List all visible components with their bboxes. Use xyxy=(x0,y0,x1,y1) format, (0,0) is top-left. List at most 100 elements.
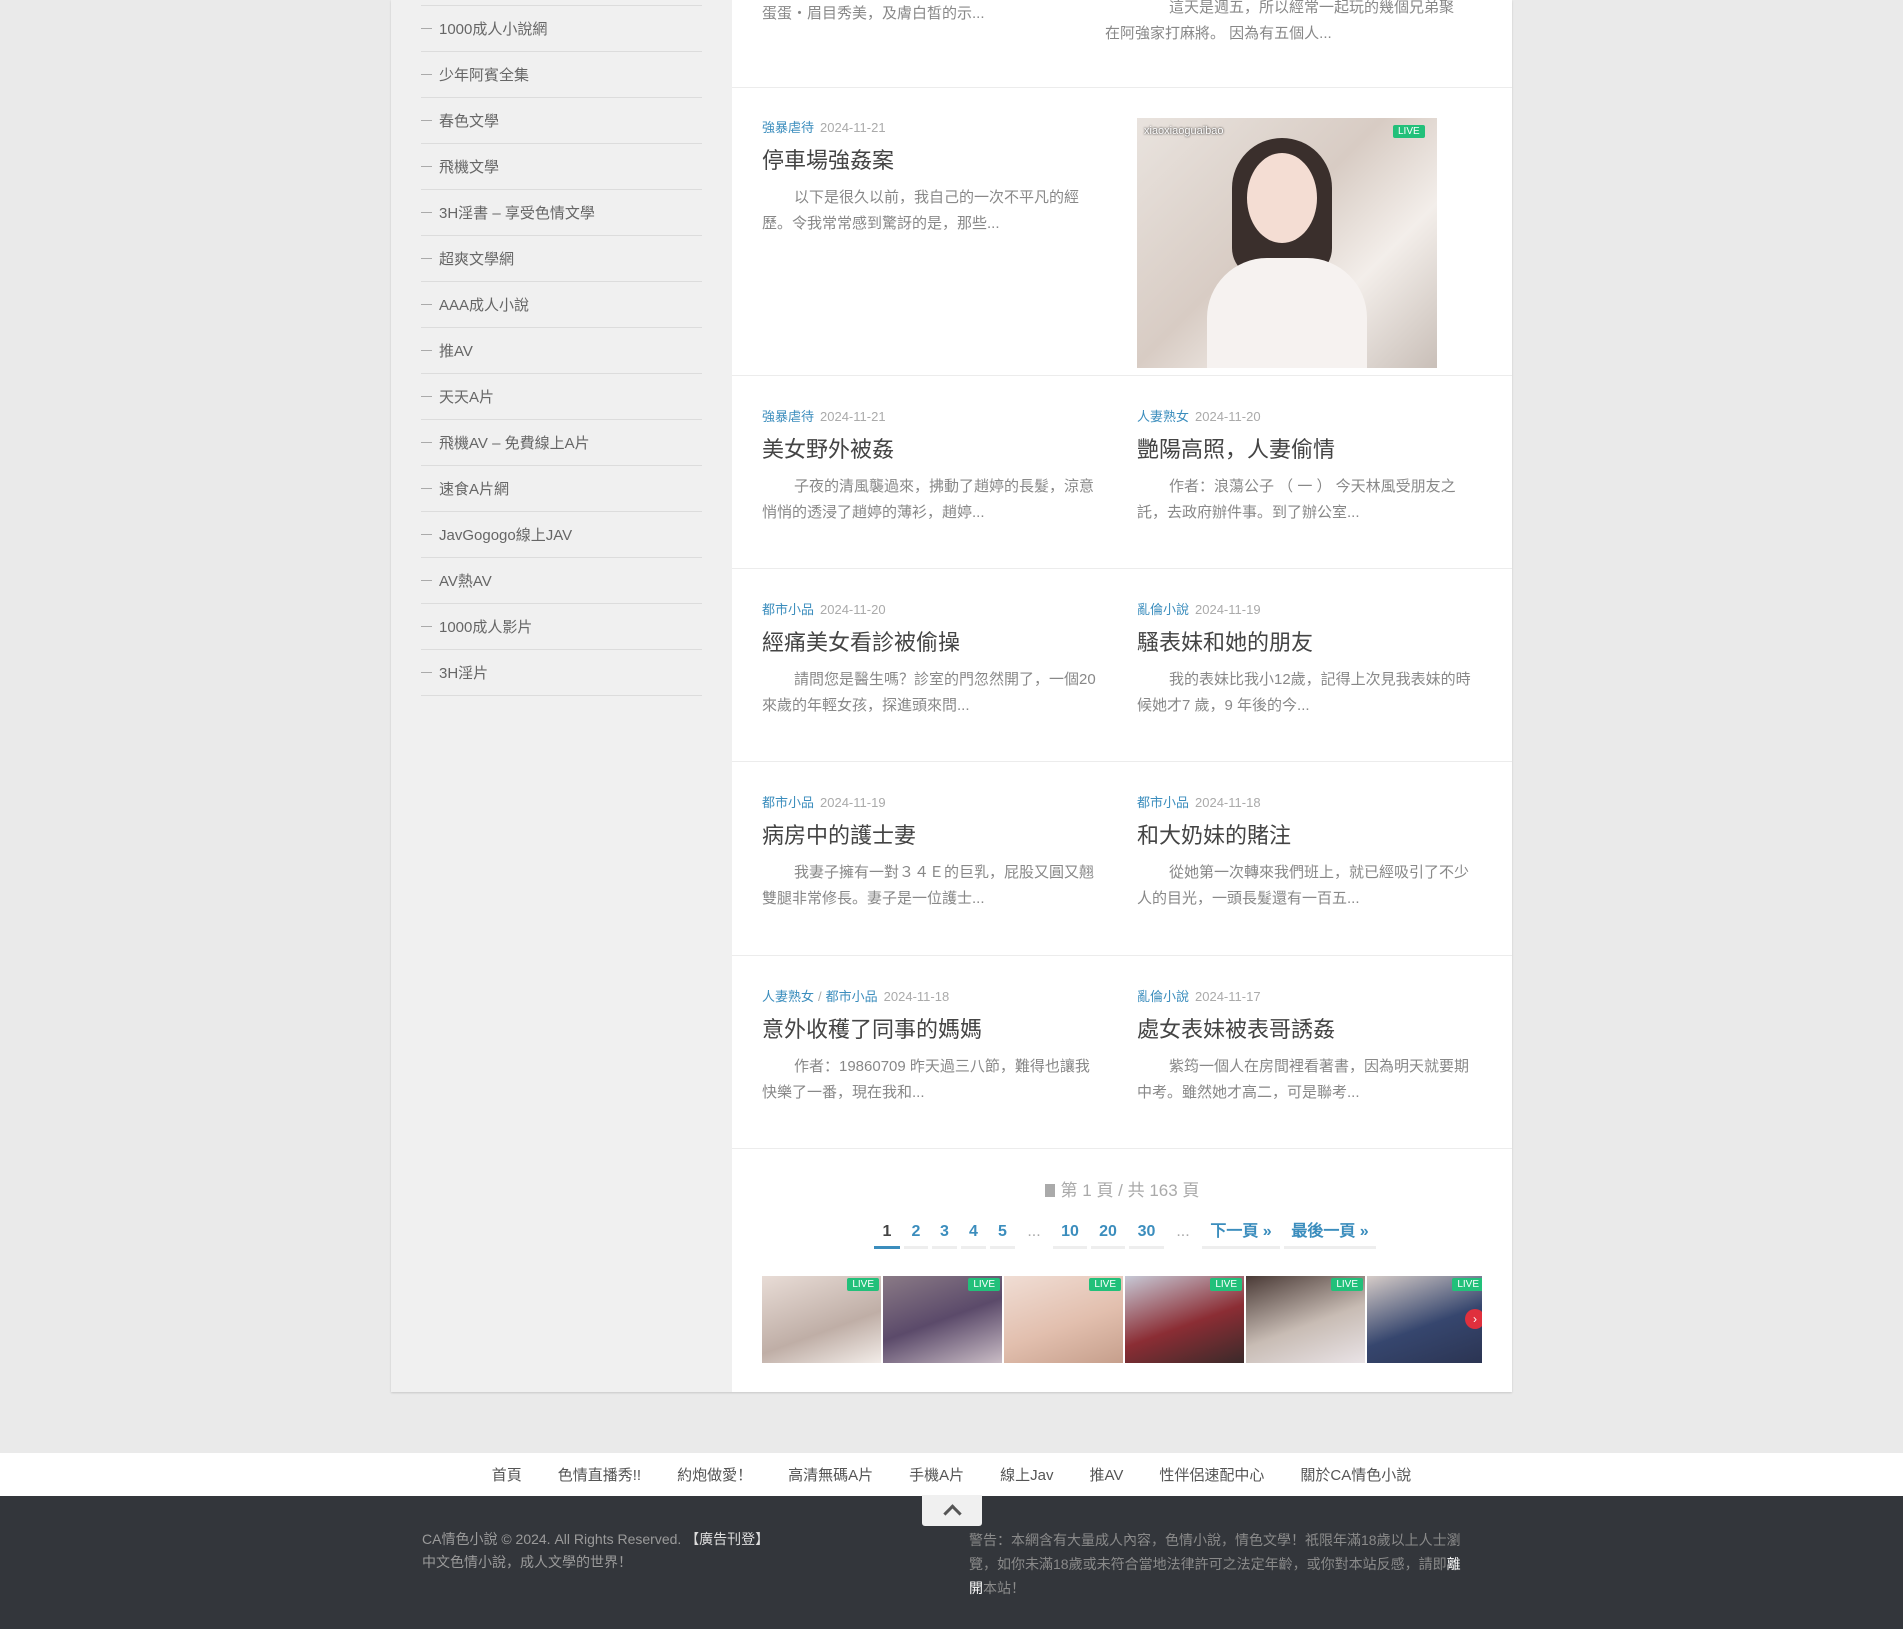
post-title[interactable]: 意外收穫了同事的媽媽 xyxy=(762,1016,1102,1044)
page-current: 1 xyxy=(874,1218,900,1249)
sidebar-link[interactable]: 推AV xyxy=(421,328,702,374)
post-title[interactable]: 和大奶妹的賭注 xyxy=(1137,822,1477,850)
post-title[interactable]: 停車場強姦案 xyxy=(762,147,1102,175)
sidebar-link[interactable]: 春色文學 xyxy=(421,98,702,144)
dash-icon xyxy=(421,120,432,121)
post-card[interactable]: 強暴虐待 2024-11-21 美女野外被姦 子夜的清風襲過來，拂動了趙婷的長髮，… xyxy=(762,408,1102,526)
dash-icon xyxy=(421,258,432,259)
post-excerpt: 我的表妹比我小12歲，記得上次見我表妹的時候她才7 歲，9 年後的今... xyxy=(1137,671,1471,714)
ad-thumbnail: xiaoxiaoguaibao LIVE xyxy=(1137,118,1437,368)
category-link[interactable]: 都市小品 xyxy=(762,602,814,617)
post-date: 2024-11-19 xyxy=(820,795,886,810)
post-excerpt: 我妻子擁有一對３４Ｅ的巨乳，屁股又圓又翹雙腿非常修長。妻子是一位護士... xyxy=(762,864,1095,907)
post-card[interactable]: 人妻熟女 2024-11-20 艷陽高照，人妻偷情 作者：浪蕩公子 （ 一 ） 今… xyxy=(1137,408,1477,526)
sidebar-link[interactable]: AAA成人小說 xyxy=(421,282,702,328)
sidebar-link[interactable]: 飛機AV – 免費線上A片 xyxy=(421,420,702,466)
sidebar-link[interactable]: 少年阿賓全集 xyxy=(421,52,702,98)
post-card[interactable]: 都市小品 2024-11-18 和大奶妹的賭注 從她第一次轉來我們班上，就已經吸引… xyxy=(1137,794,1477,912)
category-link[interactable]: 都市小品 xyxy=(826,989,878,1004)
live-badge: LIVE xyxy=(968,1278,1000,1291)
category-link[interactable]: 都市小品 xyxy=(762,795,814,810)
category-link[interactable]: 都市小品 xyxy=(1137,795,1189,810)
category-link[interactable]: 強暴虐待 xyxy=(762,409,814,424)
dash-icon xyxy=(421,74,432,75)
sidebar-link[interactable]: 超爽文學網 xyxy=(421,236,702,282)
dash-icon xyxy=(421,626,432,627)
cam-thumbnail[interactable]: LIVE xyxy=(1246,1276,1365,1363)
page-link[interactable]: 5 xyxy=(990,1218,1015,1249)
dash-icon xyxy=(421,304,432,305)
footer-nav-link[interactable]: 首頁 xyxy=(492,1464,522,1485)
category-link[interactable]: 亂倫小說 xyxy=(1137,989,1189,1004)
footer-nav-link[interactable]: 約炮做愛！ xyxy=(677,1464,752,1485)
dash-icon xyxy=(421,534,432,535)
sidebar-link[interactable]: 飛機文學 xyxy=(421,144,702,190)
post-row: 都市小品 2024-11-20 經痛美女看診被偷操 請問您是醫生嗎？診室的門忽然開… xyxy=(732,568,1512,762)
post-title[interactable]: 艷陽高照，人妻偷情 xyxy=(1137,436,1477,464)
page-link[interactable]: 10 xyxy=(1053,1218,1087,1249)
ad-placement-link[interactable]: 【廣告刊登】 xyxy=(685,1531,769,1547)
sidebar-link[interactable]: 速食A片網 xyxy=(421,466,702,512)
post-meta: 亂倫小說 2024-11-17 xyxy=(1137,988,1477,1006)
sidebar-link[interactable]: 3H淫書 – 享受色情文學 xyxy=(421,190,702,236)
cam-thumbnail[interactable]: LIVE xyxy=(883,1276,1002,1363)
last-page-link[interactable]: 最後一頁 » xyxy=(1284,1218,1376,1249)
post-card[interactable]: 人妻熟女 / 都市小品 2024-11-18 意外收穫了同事的媽媽 作者：198607… xyxy=(762,988,1102,1106)
post-list: 蛋蛋・眉目秀美，及膚白皙的示... 這天是週五，所以經常一起玩的幾個兄弟聚 在阿… xyxy=(732,0,1512,1392)
page-link[interactable]: 30 xyxy=(1129,1218,1164,1249)
copyright: CA情色小說 © 2024. All Rights Reserved. 【廣告刊… xyxy=(422,1531,770,1570)
sidebar-link[interactable]: 天天A片 xyxy=(421,374,702,420)
dash-icon xyxy=(421,350,432,351)
page-link[interactable]: 4 xyxy=(961,1218,986,1249)
post-date: 2024-11-18 xyxy=(883,989,950,1004)
page-link[interactable]: 2 xyxy=(904,1218,928,1249)
post-excerpt: 以下是很久以前，我自己的一次不平凡的經歷。令我常常感到驚訝的是，那些... xyxy=(762,189,1080,232)
post-card[interactable]: 都市小品 2024-11-19 病房中的護士妻 我妻子擁有一對３４Ｅ的巨乳，屁股又… xyxy=(762,794,1102,912)
page-ellipsis: ... xyxy=(1027,1223,1041,1240)
post-card[interactable]: 強暴虐待 2024-11-21 停車場強姦案 以下是很久以前，我自己的一次不平凡的… xyxy=(762,119,1102,237)
page-link[interactable]: 20 xyxy=(1091,1218,1125,1249)
post-date: 2024-11-21 xyxy=(820,409,886,424)
category-link[interactable]: 人妻熟女 xyxy=(1137,409,1189,424)
post-card[interactable]: 亂倫小說 2024-11-19 騷表妹和她的朋友 我的表妹比我小12歲，記得上次見… xyxy=(1137,601,1477,719)
post-title[interactable]: 美女野外被姦 xyxy=(762,436,1102,464)
category-link[interactable]: 強暴虐待 xyxy=(762,120,814,135)
sidebar-link[interactable]: AV熱AV xyxy=(421,558,702,604)
footer-nav-link[interactable]: 關於CA情色小說 xyxy=(1300,1464,1411,1485)
post-row: 強暴虐待 2024-11-21 停車場強姦案 以下是很久以前，我自己的一次不平凡的… xyxy=(732,87,1512,376)
next-page-link[interactable]: 下一頁 » xyxy=(1202,1218,1280,1249)
sidebar-link-list: 1000成人小說網 少年阿賓全集 春色文學 飛機文學 3H淫書 – 享受色情文學… xyxy=(421,5,702,696)
post-row: 強暴虐待 2024-11-21 美女野外被姦 子夜的清風襲過來，拂動了趙婷的長髮，… xyxy=(732,375,1512,569)
footer-nav-link[interactable]: 推AV xyxy=(1089,1464,1123,1485)
post-card[interactable]: 都市小品 2024-11-20 經痛美女看診被偷操 請問您是醫生嗎？診室的門忽然開… xyxy=(762,601,1102,719)
cam-thumbnail[interactable]: LIVE xyxy=(1004,1276,1123,1363)
page-link[interactable]: 3 xyxy=(932,1218,957,1249)
page-ellipsis: ... xyxy=(1176,1223,1190,1240)
footer-nav-link[interactable]: 色情直播秀!! xyxy=(558,1464,641,1485)
footer-nav-link[interactable]: 線上Jav xyxy=(1000,1464,1053,1485)
post-title[interactable]: 騷表妹和她的朋友 xyxy=(1137,629,1477,657)
footer-nav-link[interactable]: 性伴侶速配中心 xyxy=(1159,1464,1264,1485)
footer-nav-link[interactable]: 高清無碼A片 xyxy=(788,1464,873,1485)
chevron-right-icon[interactable]: › xyxy=(1465,1309,1482,1329)
sidebar-link[interactable]: 1000成人影片 xyxy=(421,604,702,650)
cam-thumbnail[interactable]: LIVE xyxy=(1125,1276,1244,1363)
post-title[interactable]: 病房中的護士妻 xyxy=(762,822,1102,850)
category-link[interactable]: 亂倫小說 xyxy=(1137,602,1189,617)
post-card[interactable]: 亂倫小說 2024-11-17 處女表妹被表哥誘姦 紫筠一個人在房間裡看著書，因為… xyxy=(1137,988,1477,1106)
post-title[interactable]: 處女表妹被表哥誘姦 xyxy=(1137,1016,1477,1044)
live-badge: LIVE xyxy=(847,1278,879,1291)
category-link[interactable]: 人妻熟女 xyxy=(762,989,814,1004)
dash-icon xyxy=(421,580,432,581)
back-to-top-button[interactable] xyxy=(922,1495,982,1526)
sidebar-link[interactable]: 3H淫片 xyxy=(421,650,702,696)
post-meta: 強暴虐待 2024-11-21 xyxy=(762,119,1102,137)
sidebar-link[interactable]: JavGogogo線上JAV xyxy=(421,512,702,558)
post-title[interactable]: 經痛美女看診被偷操 xyxy=(762,629,1102,657)
post-fragment: 這天是週五，所以經常一起玩的幾個兄弟聚 在阿強家打麻將。 因為有五個人... xyxy=(1105,0,1455,42)
post-meta: 亂倫小說 2024-11-19 xyxy=(1137,601,1477,619)
sidebar-link[interactable]: 1000成人小說網 xyxy=(421,5,702,52)
footer-nav-link[interactable]: 手機A片 xyxy=(909,1464,964,1485)
dash-icon xyxy=(421,166,432,167)
cam-thumbnail[interactable]: LIVE xyxy=(762,1276,881,1363)
